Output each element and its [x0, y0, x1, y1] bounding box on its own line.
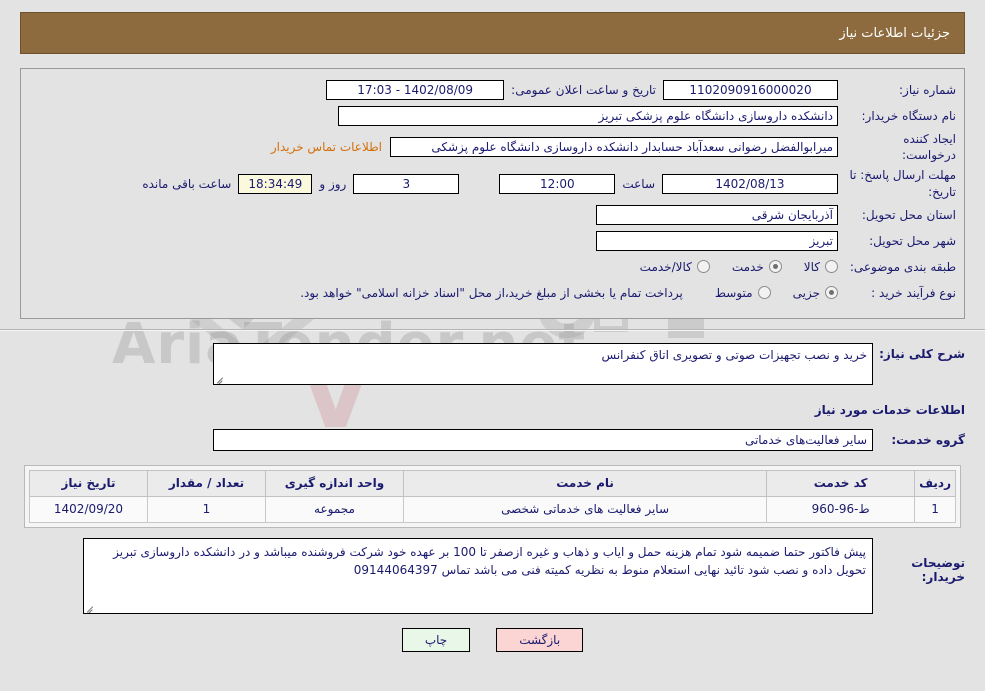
- row-need-number: شماره نیاز: 1102090916000020 تاریخ و ساع…: [29, 79, 956, 101]
- row-city: شهر محل تحویل: تبریز: [29, 230, 956, 252]
- service-group-field[interactable]: سایر فعالیت‌های خدماتی: [213, 428, 873, 451]
- radio-unselected-icon[interactable]: [696, 260, 710, 274]
- city-label: شهر محل تحویل:: [869, 233, 956, 248]
- process-option-medium-label: متوسط: [714, 285, 753, 300]
- buyer-org-field[interactable]: دانشکده داروسازی دانشگاه علوم پزشکی تبری…: [338, 106, 838, 126]
- row-deadline: مهلت ارسال پاسخ: تا تاریخ: 1402/08/13 سا…: [29, 167, 956, 199]
- days-remaining-field[interactable]: 3: [353, 173, 460, 194]
- cell-date: 1402/09/20: [29, 495, 148, 523]
- need-number-label: شماره نیاز:: [899, 82, 956, 97]
- province-label: استان محل تحویل:: [861, 207, 956, 222]
- deadline-date-field[interactable]: 1402/08/13: [662, 173, 838, 194]
- category-label: طبقه بندی موضوعی:: [849, 259, 956, 274]
- body-area: شرح کلی نیاز: خرید و نصب تجهیزات صوتی و …: [0, 331, 985, 451]
- category-option-goods[interactable]: کالا: [804, 260, 838, 274]
- remaining-suffix-label: ساعت باقی مانده: [142, 176, 232, 191]
- row-buyer-org: نام دستگاه خریدار: دانشکده داروسازی دانش…: [29, 105, 956, 127]
- process-radio-group: جزیی متوسط: [693, 286, 838, 300]
- public-announce-label: تاریخ و ساعت اعلان عمومی:: [511, 83, 656, 97]
- row-general-description: شرح کلی نیاز: خرید و نصب تجهیزات صوتی و …: [20, 342, 965, 385]
- row-process-type: نوع فرآیند خرید : جزیی متوسط پرداخت تمام…: [29, 282, 956, 304]
- days-and-label: روز و: [319, 176, 347, 191]
- cell-unit: مجموعه: [265, 495, 404, 523]
- row-buyer-notes: توضیحات خریدار: پیش فاکتور حتما ضمیمه شو…: [20, 537, 965, 614]
- buyer-notes-textarea[interactable]: پیش فاکتور حتما ضمیمه شود تمام هزینه حمل…: [83, 537, 873, 614]
- footer-actions: بازگشت چاپ: [0, 627, 985, 652]
- category-radio-group: کالا خدمت کالا/خدمت: [618, 260, 838, 274]
- process-label: نوع فرآیند خرید :: [871, 285, 956, 300]
- col-header-radif: ردیف: [914, 469, 956, 497]
- public-announce-field[interactable]: 1402/08/09 - 17:03: [326, 80, 505, 100]
- category-option-goods-service-label: کالا/خدمت: [639, 259, 692, 274]
- col-header-unit: واحد اندازه گیری: [265, 469, 404, 497]
- need-number-field[interactable]: 1102090916000020: [663, 80, 838, 100]
- category-option-goods-service[interactable]: کالا/خدمت: [640, 260, 710, 274]
- deadline-label: مهلت ارسال پاسخ: تا تاریخ:: [849, 168, 956, 199]
- general-description-value: خرید و نصب تجهیزات صوتی و تصویری اتاق کن…: [601, 347, 867, 362]
- buyer-notes-value: پیش فاکتور حتما ضمیمه شود تمام هزینه حمل…: [113, 544, 866, 578]
- page-header-bar: جزئیات اطلاعات نیاز: [20, 12, 965, 54]
- print-button[interactable]: چاپ: [401, 627, 471, 652]
- buyer-contact-link[interactable]: اطلاعات تماس خریدار: [271, 140, 390, 154]
- radio-selected-icon[interactable]: [768, 260, 782, 274]
- city-field[interactable]: تبریز: [596, 230, 838, 251]
- category-option-service[interactable]: خدمت: [732, 260, 782, 274]
- row-province: استان محل تحویل: آذربایجان شرقی: [29, 204, 956, 226]
- buyer-notes-label: توضیحات خریدار:: [911, 555, 965, 584]
- page-root: V AriaTender.net جزئیات اطلاعات نیاز شما…: [0, 12, 985, 691]
- need-info-panel: شماره نیاز: 1102090916000020 تاریخ و ساع…: [20, 68, 965, 319]
- table-row: 1 ط-96-960 سایر فعالیت های خدماتی شخصی م…: [29, 495, 956, 523]
- col-header-qty: تعداد / مقدار: [147, 469, 266, 497]
- col-header-code: کد خدمت: [766, 469, 916, 497]
- general-description-label: شرح کلی نیاز:: [879, 346, 965, 361]
- cell-radif: 1: [914, 495, 956, 523]
- col-header-name: نام خدمت: [402, 469, 768, 497]
- page-title: جزئیات اطلاعات نیاز: [839, 25, 950, 41]
- province-field[interactable]: آذربایجان شرقی: [596, 204, 838, 225]
- radio-unselected-icon[interactable]: [757, 286, 771, 300]
- cell-name: سایر فعالیت های خدماتی شخصی: [402, 495, 768, 523]
- service-items-table-wrapper: ردیف کد خدمت نام خدمت واحد اندازه گیری ت…: [24, 464, 961, 528]
- radio-selected-icon[interactable]: [825, 286, 838, 300]
- countdown-field: 18:34:49: [238, 173, 313, 194]
- process-option-medium[interactable]: متوسط: [715, 286, 771, 300]
- table-header-row: ردیف کد خدمت نام خدمت واحد اندازه گیری ت…: [29, 469, 956, 497]
- service-group-label: گروه خدمت:: [891, 432, 965, 447]
- creator-field[interactable]: میرابوالفضل رضوانی سعدآباد حسابدار دانشک…: [390, 137, 838, 158]
- radio-unselected-icon[interactable]: [825, 260, 838, 274]
- process-option-minor-label: جزیی: [792, 285, 820, 300]
- row-creator: ایجاد کننده درخواست: میرابوالفضل رضوانی …: [29, 131, 956, 163]
- back-button[interactable]: بازگشت: [496, 627, 584, 652]
- creator-label: ایجاد کننده درخواست:: [902, 132, 956, 163]
- col-header-date: تاریخ نیاز: [29, 469, 148, 497]
- resize-grip-icon[interactable]: [216, 374, 225, 384]
- process-option-minor[interactable]: جزیی: [793, 286, 838, 300]
- resize-grip-icon[interactable]: [86, 603, 95, 613]
- payment-note: پرداخت تمام یا بخشی از مبلغ خرید،از محل …: [300, 285, 683, 300]
- category-option-service-label: خدمت: [731, 259, 764, 274]
- service-items-table: ردیف کد خدمت نام خدمت واحد اندازه گیری ت…: [29, 469, 956, 523]
- buyer-org-label: نام دستگاه خریدار:: [861, 108, 957, 123]
- row-service-group: گروه خدمت: سایر فعالیت‌های خدماتی: [20, 428, 965, 451]
- cell-qty: 1: [147, 495, 266, 523]
- general-description-textarea[interactable]: خرید و نصب تجهیزات صوتی و تصویری اتاق کن…: [213, 342, 873, 385]
- row-category: طبقه بندی موضوعی: کالا خدمت کالا/خدمت: [29, 256, 956, 278]
- category-option-goods-label: کالا: [803, 259, 820, 274]
- cell-code: ط-96-960: [766, 495, 916, 523]
- services-section-title: اطلاعات خدمات مورد نیاز: [814, 402, 965, 417]
- deadline-time-field[interactable]: 12:00: [499, 173, 616, 194]
- hour-label: ساعت: [622, 176, 655, 191]
